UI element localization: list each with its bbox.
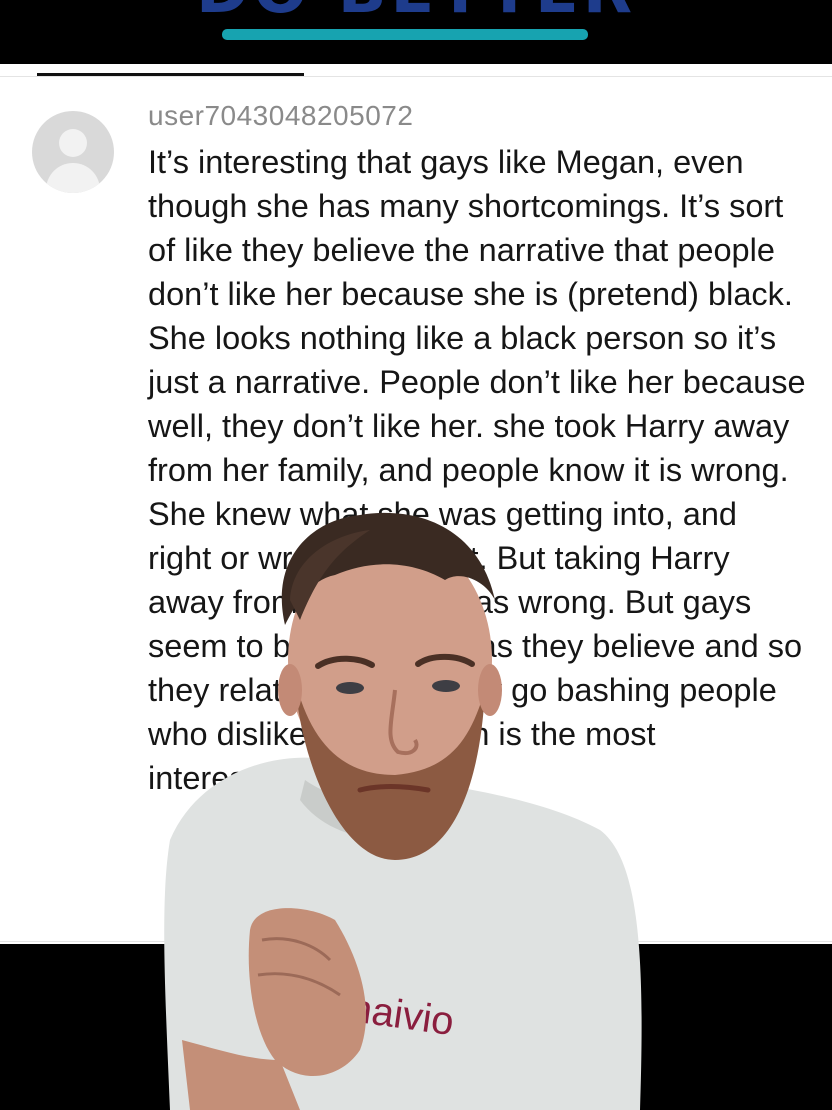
default-avatar-icon-body [46,163,100,193]
tab-divider [0,76,832,77]
comment-username[interactable]: user7043048205072 [148,100,413,132]
comment-text: It’s interesting that gays like Megan, e… [148,144,806,796]
banner-underline [222,29,588,40]
default-avatar-icon [59,129,87,157]
video-title-banner: DO BETTER [0,0,832,64]
comment-divider [0,941,832,942]
avatar[interactable] [32,111,114,193]
comment-card: user7043048205072 It’s interesting that … [0,64,832,944]
bottom-black-area [0,944,832,1110]
banner-title: DO BETTER [0,0,832,28]
